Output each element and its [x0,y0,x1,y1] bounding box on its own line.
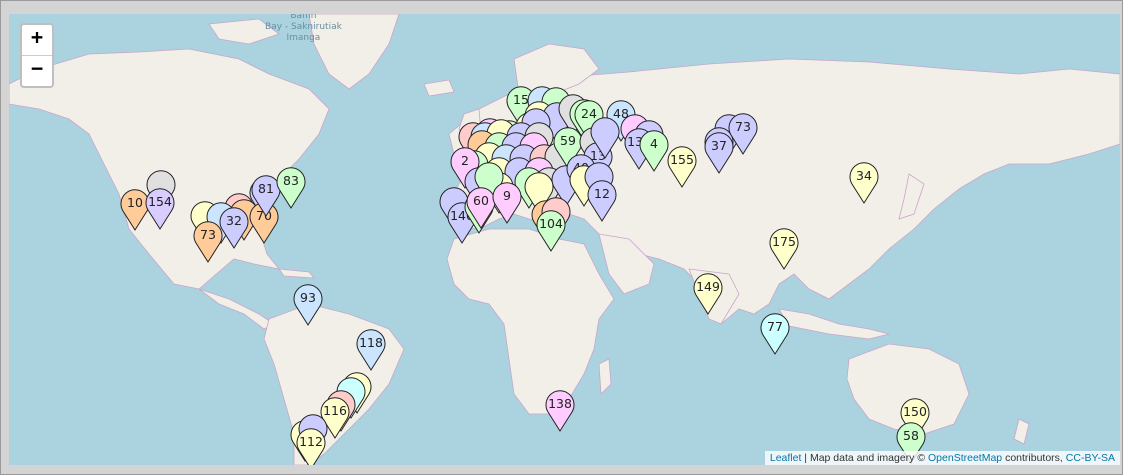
marker-count-label: 155 [670,152,694,167]
map-frame: Baffin Bay - Saknirutiak Imanga 10 154 32 7… [0,0,1123,475]
map-marker[interactable]: 9 [491,182,523,224]
map-marker[interactable]: 77 [759,313,791,355]
map-marker[interactable]: 155 [666,146,698,188]
osm-link[interactable]: OpenStreetMap [928,452,1002,464]
marker-count-label: 154 [148,194,172,209]
attribution-contributors: contributors, [1002,452,1066,464]
marker-count-label: 9 [503,188,511,203]
zoom-control: + − [20,23,54,88]
map-marker[interactable]: 93 [292,284,324,326]
map-marker[interactable]: 37 [703,132,735,174]
leaflet-link[interactable]: Leaflet [770,452,802,464]
attribution-text: | Map data and imagery © [801,452,929,464]
zoom-in-button[interactable]: + [22,25,52,56]
map-marker[interactable]: 34 [848,162,880,204]
map-marker[interactable]: 12 [586,180,618,222]
marker-count-label: 112 [299,434,323,449]
map-label-baffin-bay: Baffin Bay - Saknirutiak Imanga [265,14,342,43]
marker-count-label: 149 [696,279,720,294]
marker-count-label: 93 [300,290,316,305]
marker-count-label: 175 [772,234,796,249]
marker-count-label: 73 [200,227,216,242]
marker-count-label: 37 [711,138,727,153]
map-viewport[interactable]: Baffin Bay - Saknirutiak Imanga 10 154 32 7… [9,14,1120,465]
map-marker[interactable]: 149 [692,273,724,315]
map-marker[interactable]: 83 [275,167,307,209]
marker-count-label: 77 [767,319,783,334]
attribution: Leaflet | Map data and imagery © OpenStr… [764,451,1120,465]
marker-count-label: 12 [594,186,610,201]
marker-count-label: 118 [359,335,383,350]
map-marker[interactable]: 138 [544,390,576,432]
marker-count-label: 104 [539,216,563,231]
zoom-out-button[interactable]: − [22,56,52,86]
map-marker[interactable]: 154 [144,188,176,230]
map-marker[interactable]: 112 [295,428,327,465]
map-marker[interactable]: 73 [192,221,224,263]
marker-count-label: 138 [548,396,572,411]
map-marker[interactable]: 118 [355,329,387,371]
marker-pin-icon [590,117,620,159]
map-marker[interactable]: 104 [535,210,567,252]
license-link[interactable]: CC-BY-SA [1066,452,1115,464]
map-marker[interactable]: 175 [768,228,800,270]
map-marker[interactable] [589,117,621,159]
marker-count-label: 58 [903,428,919,443]
marker-count-label: 83 [283,173,299,188]
marker-count-label: 34 [856,168,872,183]
marker-count-label: 150 [903,404,927,419]
